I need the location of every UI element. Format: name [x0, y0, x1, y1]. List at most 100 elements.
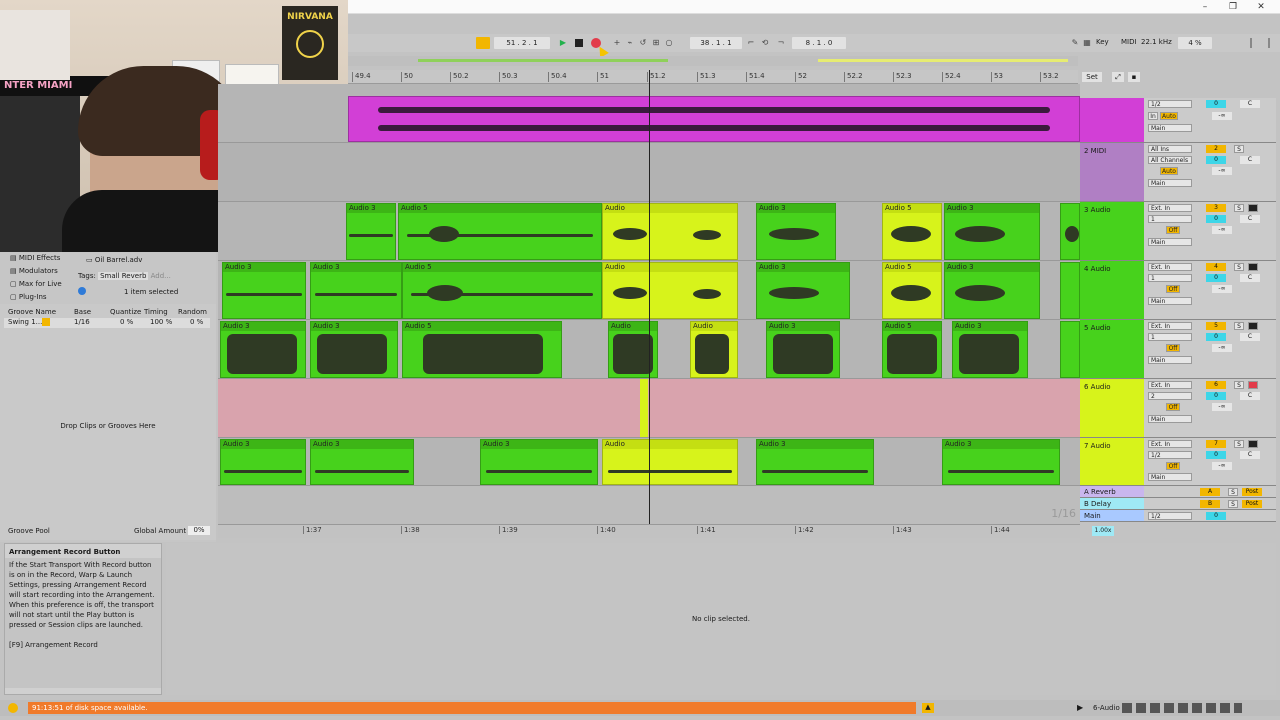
audio-clip[interactable]: Audio 3: [944, 262, 1040, 319]
monitor-off-button[interactable]: Off: [1166, 344, 1180, 352]
audio-clip[interactable]: Audio 5: [882, 262, 942, 319]
output-routing-select[interactable]: Main: [1148, 179, 1192, 187]
loop-length[interactable]: 8 . 1 . 0: [792, 37, 846, 49]
volume-field[interactable]: 0: [1206, 100, 1226, 108]
audio-clip[interactable]: Audio 3: [766, 321, 840, 378]
audio-clip[interactable]: Audio 3: [480, 439, 598, 485]
pan-field[interactable]: C: [1240, 215, 1260, 223]
track-number[interactable]: 5: [1206, 322, 1226, 330]
track-header-4[interactable]: 4 Audio: [1080, 261, 1144, 320]
output-routing-select[interactable]: Main: [1148, 124, 1192, 132]
alert-triangle-icon[interactable]: ▲: [922, 703, 934, 713]
expand-icon[interactable]: ⤢: [1112, 72, 1124, 82]
solo-button[interactable]: S: [1234, 381, 1244, 389]
audio-clip[interactable]: Audio 3: [756, 203, 836, 260]
groove-row[interactable]: Swing 1... 1/16 0 % 100 % 0 %: [4, 318, 210, 328]
audio-clip[interactable]: Audio: [690, 321, 738, 378]
loop-switch-icon[interactable]: ⟲: [760, 38, 770, 48]
arm-button[interactable]: [1248, 322, 1258, 330]
arm-button-active[interactable]: [1248, 381, 1258, 389]
track-number[interactable]: 2: [1206, 145, 1226, 153]
volume-field[interactable]: 0: [1206, 392, 1226, 400]
audio-clip[interactable]: Audio 3: [346, 203, 396, 260]
main-routing-select[interactable]: 1/2: [1148, 512, 1192, 520]
input-channel-select[interactable]: 1/2: [1148, 100, 1192, 108]
midi-map-button[interactable]: MIDI: [1121, 38, 1137, 46]
input-channel-select[interactable]: 1: [1148, 333, 1192, 341]
arrangement-overview[interactable]: [348, 56, 1078, 66]
monitor-off-button[interactable]: Off: [1166, 462, 1180, 470]
input-channel-select[interactable]: 2: [1148, 392, 1192, 400]
volume-field[interactable]: 0: [1206, 156, 1226, 164]
audio-clip[interactable]: [1060, 262, 1080, 319]
audio-clip[interactable]: Audio 3: [942, 439, 1060, 485]
track-number[interactable]: 4: [1206, 263, 1226, 271]
audio-clip[interactable]: Audio 5: [398, 203, 602, 260]
info-icon[interactable]: [78, 287, 86, 295]
output-routing-select[interactable]: Main: [1148, 473, 1192, 481]
track-header-5[interactable]: 5 Audio: [1080, 320, 1144, 379]
track-header-3[interactable]: 3 Audio: [1080, 202, 1144, 261]
main-track[interactable]: Main: [1080, 510, 1144, 522]
stop-icon[interactable]: [575, 39, 583, 47]
monitor-off-button[interactable]: Off: [1166, 285, 1180, 293]
overdub-icon[interactable]: +: [612, 38, 622, 48]
audio-clip[interactable]: Audio 3: [756, 439, 874, 485]
audio-clip[interactable]: Audio 3: [952, 321, 1028, 378]
input-type-select[interactable]: All Ins: [1148, 145, 1192, 153]
track-number[interactable]: 7: [1206, 440, 1226, 448]
solo-button[interactable]: S: [1234, 440, 1244, 448]
pan-field[interactable]: C: [1240, 100, 1260, 108]
track-header-7[interactable]: 7 Audio: [1080, 438, 1144, 486]
audio-clip[interactable]: Audio: [602, 203, 738, 260]
pan-field[interactable]: C: [1240, 333, 1260, 341]
pan-field[interactable]: C: [1240, 392, 1260, 400]
capture-icon[interactable]: ⊞: [651, 38, 661, 48]
volume-field[interactable]: 0: [1206, 215, 1226, 223]
solo-button[interactable]: S: [1234, 204, 1244, 212]
arm-button[interactable]: [1248, 204, 1258, 212]
arm-button[interactable]: [1248, 440, 1258, 448]
pan-field[interactable]: C: [1240, 451, 1260, 459]
audio-clip[interactable]: Audio 3: [310, 321, 398, 378]
set-locator-button[interactable]: Set: [1082, 72, 1102, 82]
loop-start[interactable]: 38 . 1 . 1: [690, 37, 742, 49]
input-type-select[interactable]: Ext. In: [1148, 381, 1192, 389]
audio-clip[interactable]: [1060, 321, 1080, 378]
draw-mode-icon[interactable]: ✎: [1070, 38, 1080, 48]
play-icon[interactable]: ▶: [558, 38, 568, 48]
browser-item-plug-ins[interactable]: ▢ Plug-Ins: [4, 291, 74, 304]
audio-clip[interactable]: Audio: [602, 439, 738, 485]
input-type-select[interactable]: Ext. In: [1148, 322, 1192, 330]
audio-clip[interactable]: Audio 5: [402, 262, 602, 319]
view-toggle-icon[interactable]: [1250, 38, 1270, 48]
audio-clip[interactable]: Audio 3: [944, 203, 1040, 260]
volume-field[interactable]: 0: [1206, 451, 1226, 459]
automation-arm-icon[interactable]: ⌁: [625, 38, 635, 48]
return-track-b[interactable]: B Delay: [1080, 498, 1144, 510]
input-channel-select[interactable]: 1/2: [1148, 451, 1192, 459]
solo-button[interactable]: S: [1234, 145, 1244, 153]
output-routing-select[interactable]: Main: [1148, 415, 1192, 423]
lock-icon[interactable]: ▪: [1128, 72, 1140, 82]
input-channel-select[interactable]: 1: [1148, 274, 1192, 282]
output-routing-select[interactable]: Main: [1148, 297, 1192, 305]
audio-clip[interactable]: Audio 3: [220, 321, 306, 378]
minimize-button[interactable]: –: [1198, 1, 1212, 13]
key-map-button[interactable]: Key: [1096, 38, 1109, 46]
add-tag-button[interactable]: Add...: [151, 272, 171, 280]
audio-clip[interactable]: Audio 3: [310, 439, 414, 485]
volume-field[interactable]: 0: [1206, 333, 1226, 341]
pan-field[interactable]: C: [1240, 274, 1260, 282]
arm-button[interactable]: [1248, 263, 1258, 271]
return-track-a[interactable]: A Reverb: [1080, 486, 1144, 498]
volume-field[interactable]: 0: [1206, 512, 1226, 520]
audio-clip[interactable]: [348, 96, 1080, 142]
track-header-1[interactable]: [1080, 98, 1144, 143]
browser-file-item[interactable]: ▭ Oil Barrel.adv: [86, 256, 212, 264]
return-letter[interactable]: B: [1200, 500, 1220, 508]
monitor-in-button[interactable]: In: [1148, 112, 1158, 120]
close-button[interactable]: ✕: [1254, 1, 1268, 13]
solo-button[interactable]: S: [1234, 263, 1244, 271]
output-routing-select[interactable]: Main: [1148, 356, 1192, 364]
